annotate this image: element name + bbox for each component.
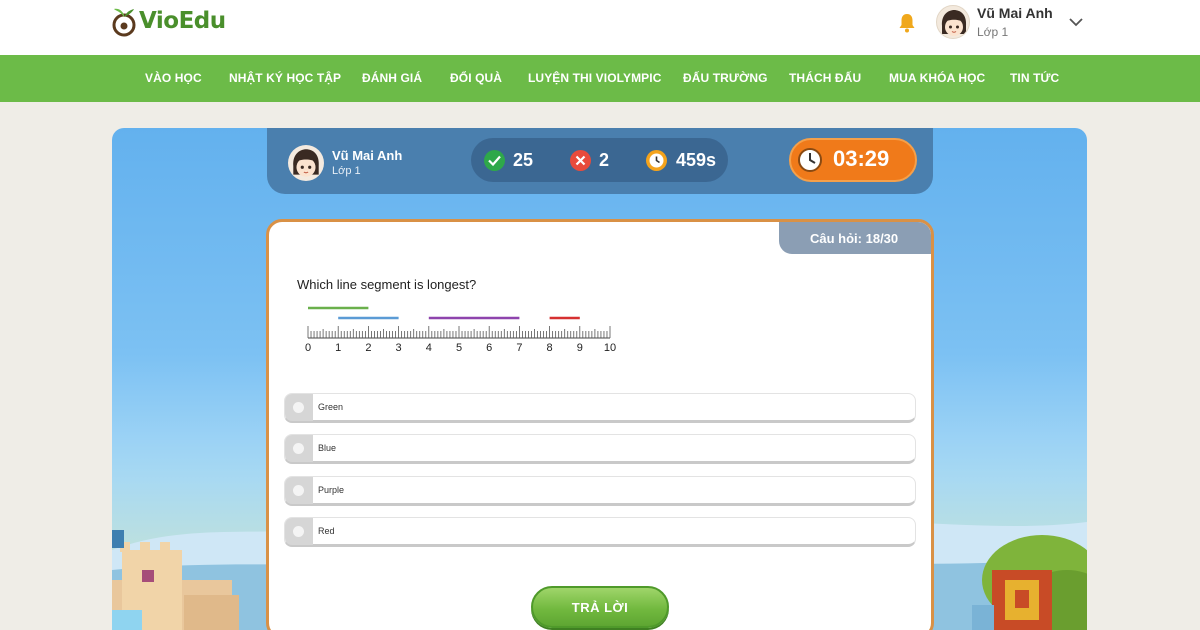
ruler-tick-label: 2 [365,342,371,354]
correct-count: 25 [513,150,534,170]
radio-circle-icon[interactable] [285,394,313,421]
close-icon [570,150,591,171]
player-class: Lớp 1 [332,165,361,177]
ruler-tick-label: 8 [547,342,553,354]
user-class: Lớp 1 [977,25,1009,39]
submit-answer-label: TRẢ LỜI [571,600,629,615]
clock-icon [646,150,667,171]
ruler-tick-label: 1 [335,342,341,354]
ruler-tick-label: 7 [516,342,522,354]
vioedu-logo[interactable]: VioEdu [111,5,226,37]
question-counter: Câu hỏi: 18/30 [810,231,899,246]
player-avatar [288,145,324,181]
option-label: Red [318,526,335,536]
ruler-tick-label: 6 [486,342,492,354]
ruler-tick-label: 5 [456,342,462,354]
chevron-down-icon[interactable] [1068,16,1084,28]
radio-circle-icon[interactable] [285,477,313,504]
ruler-tick-label: 0 [305,342,311,354]
option-label: Green [318,402,344,412]
main-nav: VÀO HỌC NHẬT KÝ HỌC TẬP ĐÁNH GIÁ ĐỔI QUÀ… [0,55,1200,102]
nav-dau-truong[interactable]: ĐẤU TRƯỜNG [683,71,768,85]
countdown-value: 03:29 [833,146,890,171]
option-label: Blue [318,443,337,453]
nav-tin-tuc[interactable]: TIN TỨC [1010,71,1059,85]
ruler-tick-label: 3 [396,342,402,354]
girl-face-icon [941,10,967,36]
nav-mua-khoa-hoc[interactable]: MUA KHÓA HỌC [889,71,985,85]
user-avatar[interactable] [936,5,970,39]
logo-text: VioEdu [139,8,226,34]
nav-danh-gia[interactable]: ĐÁNH GIÁ [362,71,422,85]
question-text: Which line segment is longest? [297,277,477,292]
radio-circle-icon[interactable] [285,518,313,545]
bell-icon[interactable] [898,13,916,33]
ruler-figure: 0 1 2 3 4 5 6 7 8 9 10 [305,306,616,354]
ruler-tick-label: 9 [577,342,583,354]
alarm-clock-icon [798,148,822,172]
user-name[interactable]: Vũ Mai Anh [977,5,1053,21]
nav-vao-hoc[interactable]: VÀO HỌC [145,71,202,85]
check-icon [484,150,505,171]
time-spent: 459s [676,150,717,170]
top-header: VioEdu Vũ Mai Anh Lớp 1 [0,0,1200,55]
answer-option-green[interactable]: Green [284,393,916,423]
nav-nhat-ky-hoc-tap[interactable]: NHẬT KÝ HỌC TẬP [229,71,341,85]
nav-thach-dau[interactable]: THÁCH ĐẤU [789,71,861,85]
radio-circle-icon[interactable] [285,435,313,462]
player-name: Vũ Mai Anh [332,148,403,163]
answer-option-blue[interactable]: Blue [284,434,916,464]
nav-doi-qua[interactable]: ĐỔI QUÀ [450,71,502,85]
answer-option-red[interactable]: Red [284,517,916,547]
nav-luyen-thi-violympic[interactable]: LUYỆN THI VIOLYMPIC [528,71,661,85]
wrong-count: 2 [599,150,610,170]
ruler-tick-label: 10 [604,342,616,354]
ruler-tick-label: 4 [426,342,432,354]
submit-answer-button[interactable]: TRẢ LỜI [531,586,669,628]
sprout-logo-icon [112,8,136,37]
answer-option-purple[interactable]: Purple [284,476,916,506]
girl-face-icon [293,149,319,177]
option-label: Purple [318,485,345,495]
